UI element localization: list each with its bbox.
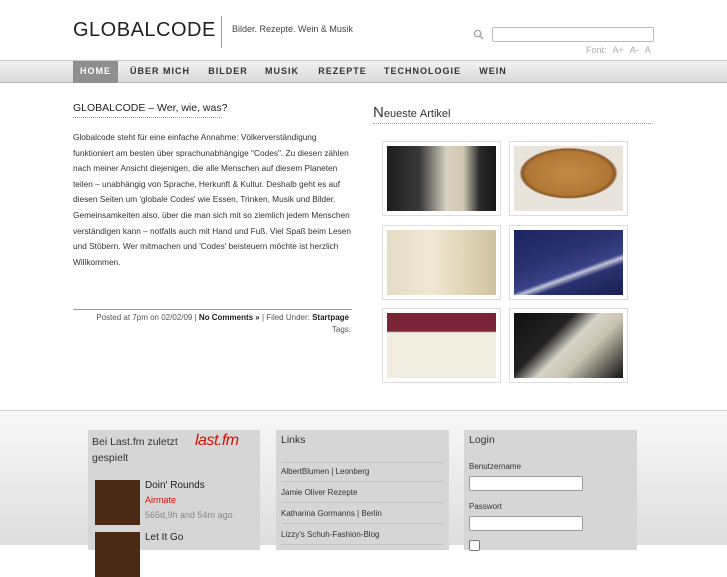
post-body: Globalcode steht für eine einfache Annah…: [73, 132, 351, 267]
crumble-cake-image: [514, 146, 623, 211]
username-label: Benutzername: [469, 462, 522, 471]
links-divider: [281, 462, 444, 463]
nav-item-technologie[interactable]: TECHNOLOGIE: [379, 61, 466, 83]
recent-thumb-2[interactable]: [509, 141, 628, 216]
link-item-4[interactable]: Lizzy's Schuh-Fashion-Blog: [281, 530, 444, 545]
link-item-3[interactable]: Katharina Gormanns | Berlin: [281, 509, 444, 524]
site-tagline: Bilder. Rezepte. Wein & Musik: [232, 24, 353, 34]
password-input[interactable]: [469, 516, 583, 531]
search-input[interactable]: [492, 27, 654, 42]
font-reset-button[interactable]: A: [645, 45, 651, 55]
blue-wine-bottle-image: [514, 230, 623, 295]
nav-item-musik[interactable]: MUSIK: [259, 61, 305, 83]
m-logo-wine-label-image: [514, 313, 623, 378]
comments-link[interactable]: No Comments »: [199, 313, 260, 322]
password-label: Passwort: [469, 502, 502, 511]
track-cover-2[interactable]: [95, 532, 140, 577]
wine-bottle-label-image: [387, 146, 496, 211]
lastfm-logo[interactable]: last.fm: [195, 432, 239, 450]
nav-item-rezepte[interactable]: REZEPTE: [311, 61, 374, 83]
search-icon[interactable]: [473, 29, 484, 40]
recent-thumb-4[interactable]: [509, 225, 628, 300]
recent-thumb-5[interactable]: [382, 308, 501, 383]
font-smaller-button[interactable]: A-: [630, 45, 639, 55]
track-cover-1[interactable]: [95, 480, 140, 525]
recent-articles-divider: [373, 123, 651, 124]
nav-item-wein[interactable]: WEIN: [472, 61, 514, 83]
remember-me-checkbox[interactable]: [469, 540, 480, 551]
post-title-divider: [73, 117, 222, 118]
nav-item-home[interactable]: HOME: [73, 61, 118, 83]
post-meta: Posted at 7pm on 02/02/09 | No Comments …: [73, 313, 349, 322]
username-input[interactable]: [469, 476, 583, 491]
login-title: Login: [469, 434, 495, 446]
font-size-tools: Font: A+ A- A: [586, 45, 657, 55]
post-meta-divider: [73, 309, 352, 310]
recent-articles-title-initial: N: [373, 104, 384, 121]
logo-divider: [221, 16, 222, 48]
links-title: Links: [281, 434, 306, 446]
category-link[interactable]: Startpage: [312, 313, 349, 322]
track-title-1[interactable]: Doin' Rounds: [145, 480, 205, 491]
recent-articles-title: Neuestе Artikel: [373, 104, 451, 121]
track-time-1: 565d,9h and 54m ago: [145, 510, 233, 520]
site-logo[interactable]: GLOBALCODE: [73, 19, 216, 42]
post-meta-date: Posted at 7pm on 02/02/09 |: [96, 313, 199, 322]
track-artist-1[interactable]: Airmate: [145, 495, 176, 505]
post-title[interactable]: GLOBALCODE – Wer, wie, was?: [73, 102, 227, 114]
recent-thumb-3[interactable]: [382, 225, 501, 300]
recent-articles-title-rest: euestе Artikel: [383, 108, 451, 120]
post-meta-filed: | Filed Under:: [259, 313, 313, 322]
wine-label-cream-image: [387, 230, 496, 295]
font-label: Font:: [586, 45, 607, 55]
nav-item-bilder[interactable]: BILDER: [202, 61, 254, 83]
site-header: GLOBALCODE Bilder. Rezepte. Wein & Musik…: [0, 0, 727, 60]
lastfm-title: Bei Last.fm zuletzt gespielt: [92, 436, 178, 464]
post-tags: Tags:: [331, 325, 351, 334]
main-nav: HOME ÜBER MICH BILDER MUSIK REZEPTE TECH…: [0, 60, 727, 83]
philipps-wine-label-image: [387, 313, 496, 378]
recent-thumb-6[interactable]: [509, 308, 628, 383]
link-item-1[interactable]: AlbertBlumen | Leonberg: [281, 467, 444, 482]
link-item-2[interactable]: Jamie Oliver Rezepte: [281, 488, 444, 503]
track-title-2[interactable]: Let It Go: [145, 532, 183, 543]
nav-item-ueber-mich[interactable]: ÜBER MICH: [124, 61, 196, 83]
recent-thumb-1[interactable]: [382, 141, 501, 216]
font-larger-button[interactable]: A+: [613, 45, 624, 55]
